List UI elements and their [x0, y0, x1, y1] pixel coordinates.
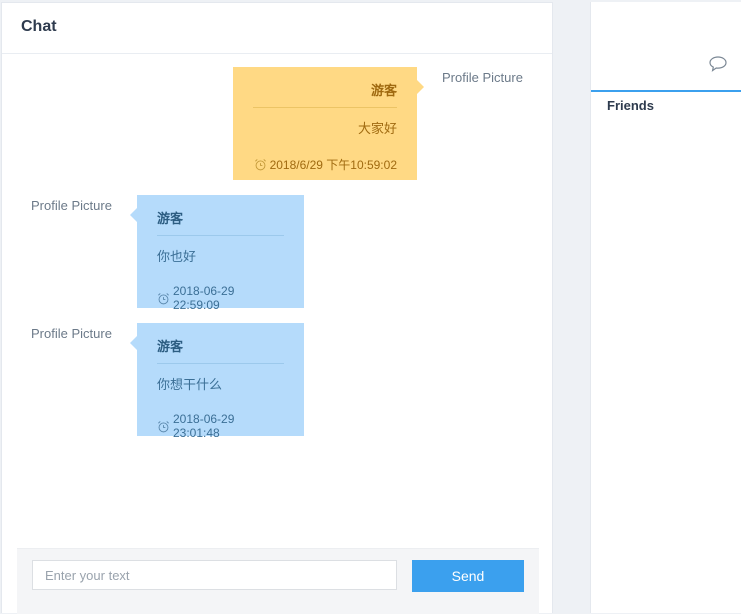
message-sender: 游客 [370, 83, 397, 98]
chat-bubble-icon[interactable] [708, 55, 728, 73]
alarm-clock-icon [158, 292, 169, 304]
chat-title: Chat [21, 18, 57, 35]
send-button[interactable]: Send [412, 560, 524, 592]
message-divider [253, 107, 397, 108]
friends-panel: Friends [590, 2, 741, 613]
bubble-tail [130, 336, 137, 350]
chat-header: Chat [2, 3, 552, 54]
avatar[interactable]: Profile Picture [31, 326, 112, 341]
bubble-tail [130, 208, 137, 222]
chat-panel: Chat 游客 大家好 2018/6/29 下午10:59:02 Profile… [1, 2, 553, 614]
alarm-clock-icon [158, 420, 169, 432]
message-time: 2018-06-29 23:01:48 [173, 412, 235, 440]
sidebar-tabbar [591, 2, 741, 92]
alarm-clock-icon [254, 159, 266, 171]
message-divider [157, 363, 284, 364]
message-input[interactable] [32, 560, 397, 590]
avatar[interactable]: Profile Picture [31, 198, 112, 213]
message-meta: 2018-06-29 22:59:09 [157, 284, 284, 312]
friends-title: Friends [607, 98, 654, 113]
message-meta: 2018-06-29 23:01:48 [157, 412, 284, 440]
message-divider [157, 235, 284, 236]
message-time: 2018-06-29 22:59:09 [173, 284, 235, 312]
bubble-tail [417, 80, 424, 94]
message-text: 大家好 [357, 121, 397, 136]
message-meta: 2018/6/29 下午10:59:02 [253, 156, 397, 173]
avatar[interactable]: Profile Picture [442, 70, 523, 85]
message-text: 你也好 [157, 249, 197, 264]
message-bubble-outgoing: 游客 大家好 2018/6/29 下午10:59:02 [233, 67, 424, 180]
message-time: 2018/6/29 下午10:59:02 [269, 158, 397, 172]
message-sender: 游客 [157, 339, 184, 354]
message-text: 你想干什么 [157, 377, 223, 392]
message-composer: Send [17, 548, 539, 614]
message-bubble-incoming: 游客 你想干什么 2018-06-29 23:01:48 [130, 323, 304, 440]
message-bubble-incoming: 游客 你也好 2018-06-29 22:59:09 [130, 195, 304, 312]
message-sender: 游客 [157, 211, 184, 226]
